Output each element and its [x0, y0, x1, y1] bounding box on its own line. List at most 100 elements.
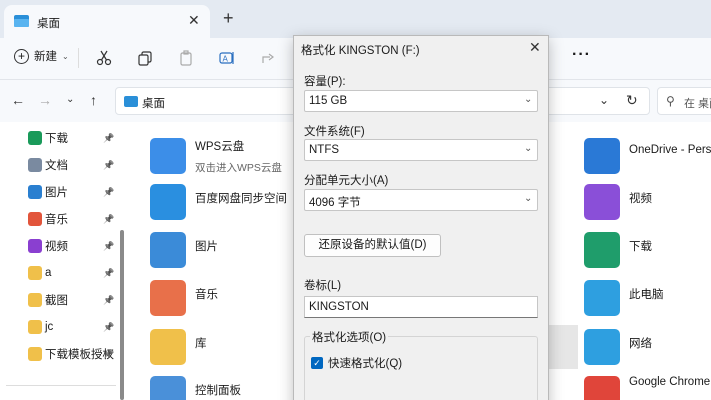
file-system-value: NTFS	[309, 144, 340, 156]
sidebar-item-label: 音乐	[45, 214, 68, 226]
pin-icon[interactable]: 📌	[103, 349, 114, 360]
hover-highlight	[546, 325, 578, 369]
sidebar-item-label: 视频	[45, 241, 68, 253]
capacity-select[interactable]: 115 GB ⌄	[304, 90, 538, 112]
share-icon[interactable]	[258, 48, 278, 68]
file-item-name: 网络	[629, 338, 652, 350]
address-path: 桌面	[142, 98, 165, 110]
file-item-name: WPS云盘	[195, 141, 245, 153]
back-arrow-icon[interactable]: ←	[11, 92, 25, 108]
pin-icon[interactable]: 📌	[103, 322, 114, 333]
close-icon[interactable]: ✕	[529, 39, 541, 56]
pin-icon[interactable]: 📌	[103, 295, 114, 306]
sidebar-item[interactable]: a 📌	[0, 261, 120, 285]
paste-icon[interactable]	[176, 48, 196, 68]
capacity-label: 容量(P):	[304, 76, 346, 88]
up-arrow-icon[interactable]: ↑	[90, 92, 97, 108]
format-options-group: 格式化选项(O) ✓ 快速格式化(Q)	[304, 329, 538, 400]
video-folder-icon	[584, 184, 620, 220]
volume-label-value: KINGSTON	[309, 301, 369, 313]
tab-label: 桌面	[37, 18, 60, 30]
file-item-name: OneDrive - Perso	[629, 144, 711, 156]
sidebar-item[interactable]: 图片 📌	[0, 180, 120, 204]
file-item-subtitle: 双击进入WPS云盘	[195, 162, 282, 174]
volume-label-label: 卷标(L)	[304, 280, 342, 292]
allocation-unit-value: 4096 字节	[309, 197, 361, 209]
file-item-name: 库	[195, 338, 207, 350]
onedrive-icon	[584, 138, 620, 174]
downloads-folder-icon	[584, 232, 620, 268]
sidebar-item[interactable]: 截图 📌	[0, 288, 120, 312]
sidebar-item-label: 文档	[45, 160, 68, 172]
quick-format-checkbox[interactable]: ✓ 快速格式化(Q)	[311, 355, 402, 371]
pin-icon[interactable]: 📌	[103, 133, 114, 144]
forward-arrow-icon[interactable]: →	[38, 92, 52, 108]
file-item[interactable]: Google Chrome快捷方式	[584, 372, 711, 400]
folder-icon	[14, 15, 29, 27]
sidebar-divider	[6, 385, 116, 386]
search-placeholder: 在 桌面	[684, 98, 711, 110]
quick-format-label: 快速格式化(Q)	[328, 358, 403, 370]
sidebar-item-label: a	[45, 267, 52, 279]
file-item[interactable]: 视频	[584, 180, 711, 224]
plus-icon: +	[14, 48, 29, 64]
recent-locations-chevron-icon[interactable]: ⌄	[66, 94, 74, 105]
file-system-select[interactable]: NTFS ⌄	[304, 139, 538, 161]
pin-icon[interactable]: 📌	[103, 214, 114, 225]
sidebar-item[interactable]: 视频 📌	[0, 234, 120, 258]
file-item[interactable]: OneDrive - Perso	[584, 134, 711, 178]
sidebar-item-label: jc	[45, 321, 54, 333]
chevron-down-icon: ⌄	[524, 94, 533, 105]
download-icon	[28, 131, 42, 145]
desktop-folder-icon	[124, 96, 138, 107]
rename-icon[interactable]: A	[217, 48, 237, 68]
file-item[interactable]: 下载	[584, 228, 711, 272]
folder-icon	[28, 320, 42, 334]
more-options-button[interactable]: ···	[572, 46, 591, 64]
sidebar-item[interactable]: jc 📌	[0, 315, 120, 339]
new-tab-button[interactable]: +	[223, 8, 234, 29]
library-folder-icon	[150, 329, 186, 365]
sidebar-item[interactable]: 下载模板授权 📌	[0, 342, 120, 366]
allocation-unit-select[interactable]: 4096 字节 ⌄	[304, 189, 538, 211]
folder-icon	[28, 293, 42, 307]
svg-text:A: A	[223, 55, 229, 64]
volume-label-input[interactable]: KINGSTON	[304, 296, 538, 318]
file-item-name: 音乐	[195, 289, 218, 301]
file-system-label: 文件系统(F)	[304, 126, 365, 138]
sidebar-item-label: 下载	[45, 133, 68, 145]
chevron-down-icon: ⌄	[524, 193, 533, 204]
file-item[interactable]: 此电脑	[584, 276, 711, 320]
file-item[interactable]: 网络	[584, 325, 711, 369]
sidebar-scrollbar[interactable]	[120, 230, 124, 400]
sidebar-item[interactable]: 音乐 📌	[0, 207, 120, 231]
restore-defaults-button[interactable]: 还原设备的默认值(D)	[304, 234, 441, 257]
file-item-name: 图片	[195, 241, 218, 253]
file-item-name: 下载	[629, 241, 652, 253]
navigation-pane: 下载 📌 文档 📌 图片 📌 音乐 📌 视频 📌 a 📌 截图 📌 jc 📌 下载模板授权 📌	[0, 122, 128, 400]
copy-icon[interactable]	[135, 48, 155, 68]
pin-icon[interactable]: 📌	[103, 241, 114, 252]
refresh-icon[interactable]: ↻	[626, 92, 638, 109]
pin-icon[interactable]: 📌	[103, 160, 114, 171]
file-item-name: 控制面板	[195, 385, 241, 397]
pictures-folder-icon	[150, 232, 186, 268]
pin-icon[interactable]: 📌	[103, 187, 114, 198]
chevron-down-icon[interactable]: ⌄	[599, 93, 609, 107]
tab-desktop[interactable]: 桌面 ✕	[4, 5, 210, 38]
format-options-label: 格式化选项(O)	[310, 329, 389, 345]
new-button[interactable]: + 新建 ⌄	[14, 48, 69, 64]
sidebar-item[interactable]: 文档 📌	[0, 153, 120, 177]
video-icon	[28, 239, 42, 253]
checkmark-icon: ✓	[311, 357, 323, 369]
toolbar-divider	[78, 48, 79, 68]
search-box[interactable]: ⚲ 在 桌面	[657, 87, 711, 115]
pin-icon[interactable]: 📌	[103, 268, 114, 279]
file-item-name: Google Chrome	[629, 376, 711, 388]
cut-icon[interactable]	[94, 48, 114, 68]
sidebar-item[interactable]: 下载 📌	[0, 126, 120, 150]
sidebar-item-label: 图片	[45, 187, 68, 199]
control-panel-icon	[150, 376, 186, 400]
baidu-sync-icon	[150, 184, 186, 220]
tab-close-icon[interactable]: ✕	[188, 12, 200, 29]
